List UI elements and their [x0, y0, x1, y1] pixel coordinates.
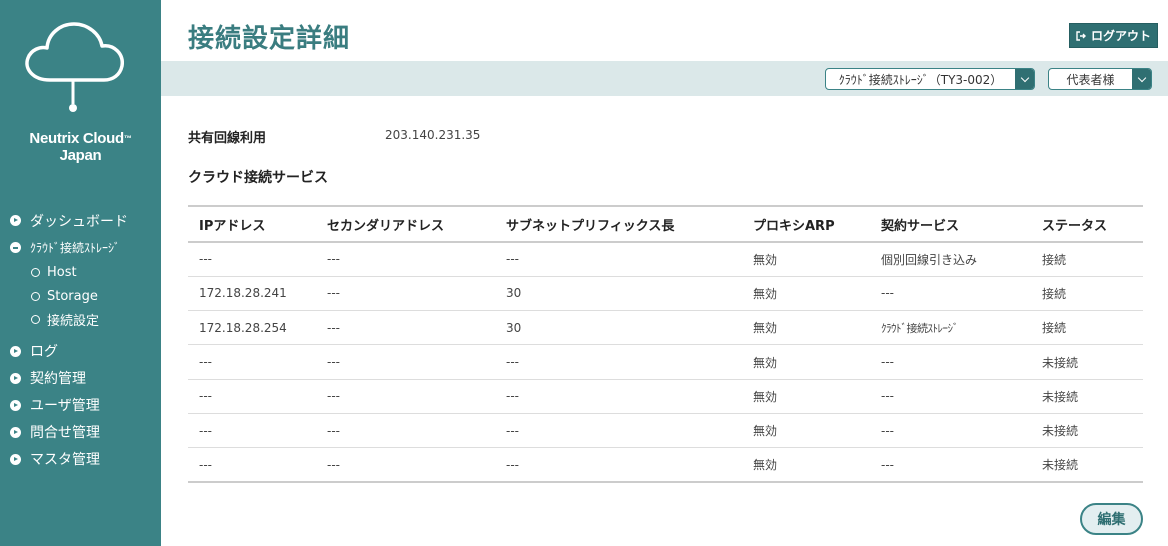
cell-proxy-arp: 無効 — [753, 458, 778, 473]
cell-secondary: --- — [327, 457, 340, 472]
cell-secondary: --- — [327, 389, 340, 404]
cell-status: 未接続 — [1042, 458, 1079, 473]
cell-prefix: --- — [506, 457, 519, 472]
edit-button[interactable]: 編集 — [1080, 503, 1143, 535]
sidebar-item-contract[interactable]: 契約管理 — [10, 365, 160, 392]
cell-ip: --- — [199, 423, 212, 438]
play-circle-icon — [10, 215, 21, 226]
table-row: --- --- --- 無効 個別回線引き込み 接続 — [188, 242, 1143, 277]
circle-icon — [31, 268, 40, 278]
cell-status: 未接続 — [1042, 389, 1079, 404]
sidebar: Neutrix Cloud™ Japan ダッシュボード ｸﾗｳﾄﾞ接続ｽﾄﾚｰ… — [0, 0, 161, 546]
sidebar-subitem-host[interactable]: Host — [31, 261, 160, 285]
cell-service: --- — [881, 389, 894, 404]
circle-icon — [31, 291, 40, 301]
user-select[interactable]: 代表者様 — [1048, 68, 1152, 90]
cell-status: 接続 — [1042, 321, 1067, 336]
play-circle-icon — [10, 372, 21, 384]
shared-line-label: 共有回線利用 — [188, 131, 267, 146]
cell-prefix: --- — [506, 423, 519, 438]
circle-icon — [31, 315, 40, 325]
cell-service: ｸﾗｳﾄﾞ接続ｽﾄﾚｰｼﾞ — [881, 321, 959, 335]
connection-table: IPアドレス セカンダリアドレス サブネットプリフィックス長 プロキシARP 契… — [188, 205, 1143, 483]
shared-line-value: 203.140.231.35 — [385, 128, 481, 142]
cell-ip: 172.18.28.241 — [199, 286, 287, 301]
cell-proxy-arp: 無効 — [753, 286, 778, 301]
cell-status: 未接続 — [1042, 424, 1079, 439]
cell-secondary: --- — [327, 423, 340, 438]
table-row: --- --- --- 無効 --- 未接続 — [188, 345, 1143, 380]
cell-ip: --- — [199, 389, 212, 404]
sidebar-nav: ダッシュボード ｸﾗｳﾄﾞ接続ｽﾄﾚｰｼﾞ Host Storage 接続設定 … — [10, 207, 160, 473]
cell-proxy-arp: 無効 — [753, 389, 778, 404]
table-header-row: IPアドレス セカンダリアドレス サブネットプリフィックス長 プロキシARP 契… — [188, 206, 1143, 242]
table-row: 172.18.28.254 --- 30 無効 ｸﾗｳﾄﾞ接続ｽﾄﾚｰｼﾞ 接続 — [188, 311, 1143, 345]
table-row: --- --- --- 無効 --- 未接続 — [188, 379, 1143, 414]
cell-prefix: --- — [506, 389, 519, 404]
logout-button[interactable]: ログアウト — [1069, 23, 1158, 48]
sidebar-subitem-storage[interactable]: Storage — [31, 285, 160, 309]
cloud-logo-icon — [25, 22, 124, 112]
sidebar-item-master[interactable]: マスタ管理 — [10, 446, 160, 473]
col-contract-service: 契約サービス — [881, 218, 960, 234]
cell-service: --- — [881, 457, 894, 472]
cell-service: 個別回線引き込み — [881, 252, 978, 267]
cell-service: --- — [881, 423, 894, 438]
sidebar-item-log[interactable]: ログ — [10, 338, 160, 365]
sidebar-subitem-connection-settings[interactable]: 接続設定 — [31, 308, 160, 332]
storage-select[interactable]: ｸﾗｳﾄﾞ接続ｽﾄﾚｰｼﾞ（TY3-002） — [825, 68, 1035, 90]
play-circle-icon — [10, 399, 21, 411]
cell-secondary: --- — [327, 320, 340, 335]
cell-status: 未接続 — [1042, 355, 1079, 370]
table-row: 172.18.28.241 --- 30 無効 --- 接続 — [188, 276, 1143, 311]
table-row: --- --- --- 無効 --- 未接続 — [188, 448, 1143, 483]
cell-prefix: 30 — [506, 286, 522, 301]
cell-status: 接続 — [1042, 286, 1067, 301]
cell-prefix: 30 — [506, 320, 522, 335]
cell-secondary: --- — [327, 286, 340, 301]
cell-proxy-arp: 無効 — [753, 321, 778, 336]
col-proxy-arp: プロキシARP — [753, 218, 835, 234]
page-title: 接続設定詳細 — [188, 24, 351, 54]
sidebar-item-cloud-storage[interactable]: ｸﾗｳﾄﾞ接続ｽﾄﾚｰｼﾞ — [10, 234, 160, 261]
chevron-down-icon — [1132, 69, 1151, 89]
cell-proxy-arp: 無効 — [753, 252, 778, 267]
brand-name: Neutrix Cloud™ Japan — [29, 130, 132, 164]
cell-prefix: --- — [506, 355, 519, 370]
cell-secondary: --- — [327, 355, 340, 370]
cell-ip: --- — [199, 457, 212, 472]
col-subnet-prefix: サブネットプリフィックス長 — [506, 218, 675, 234]
minus-circle-icon — [10, 242, 21, 253]
table-row: --- --- --- 無効 --- 未接続 — [188, 413, 1143, 448]
col-ip-address: IPアドレス — [199, 218, 266, 234]
cell-ip: --- — [199, 252, 212, 267]
cell-proxy-arp: 無効 — [753, 424, 778, 439]
chevron-down-icon — [1015, 69, 1034, 89]
play-circle-icon — [10, 345, 21, 357]
play-circle-icon — [10, 453, 21, 465]
logout-icon — [1076, 30, 1086, 41]
section-title: クラウド接続サービス — [188, 170, 328, 186]
col-secondary-address: セカンダリアドレス — [327, 218, 445, 234]
sidebar-item-dashboard[interactable]: ダッシュボード — [10, 207, 160, 234]
sidebar-item-user[interactable]: ユーザ管理 — [10, 392, 160, 419]
cell-proxy-arp: 無効 — [753, 355, 778, 370]
sidebar-item-inquiry[interactable]: 問合せ管理 — [10, 419, 160, 446]
play-circle-icon — [10, 426, 21, 438]
cell-ip: --- — [199, 355, 212, 370]
sidebar-subnav: Host Storage 接続設定 — [10, 261, 160, 332]
cell-status: 接続 — [1042, 252, 1067, 267]
cell-secondary: --- — [327, 252, 340, 267]
cell-ip: 172.18.28.254 — [199, 320, 287, 335]
cell-prefix: --- — [506, 252, 519, 267]
col-status: ステータス — [1042, 218, 1108, 234]
cell-service: --- — [881, 286, 894, 301]
cell-service: --- — [881, 355, 894, 370]
